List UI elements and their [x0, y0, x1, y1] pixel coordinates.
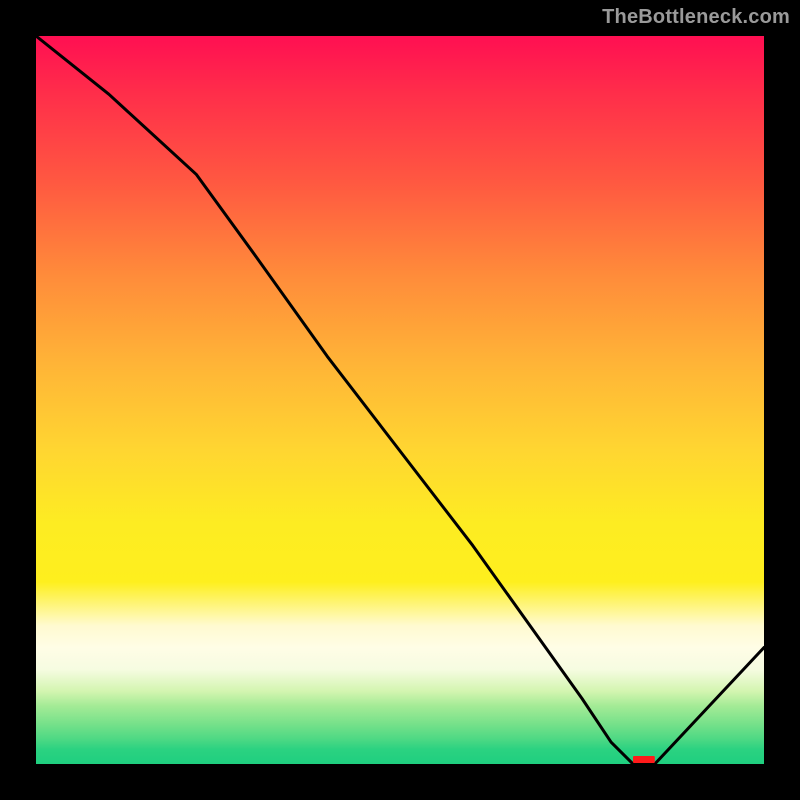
optimal-range-marker — [633, 756, 655, 763]
plot-area — [36, 36, 764, 764]
chart-container: TheBottleneck.com — [0, 0, 800, 800]
bottleneck-curve — [36, 36, 764, 764]
attribution-text: TheBottleneck.com — [602, 6, 790, 29]
line-plot-svg — [36, 36, 764, 764]
